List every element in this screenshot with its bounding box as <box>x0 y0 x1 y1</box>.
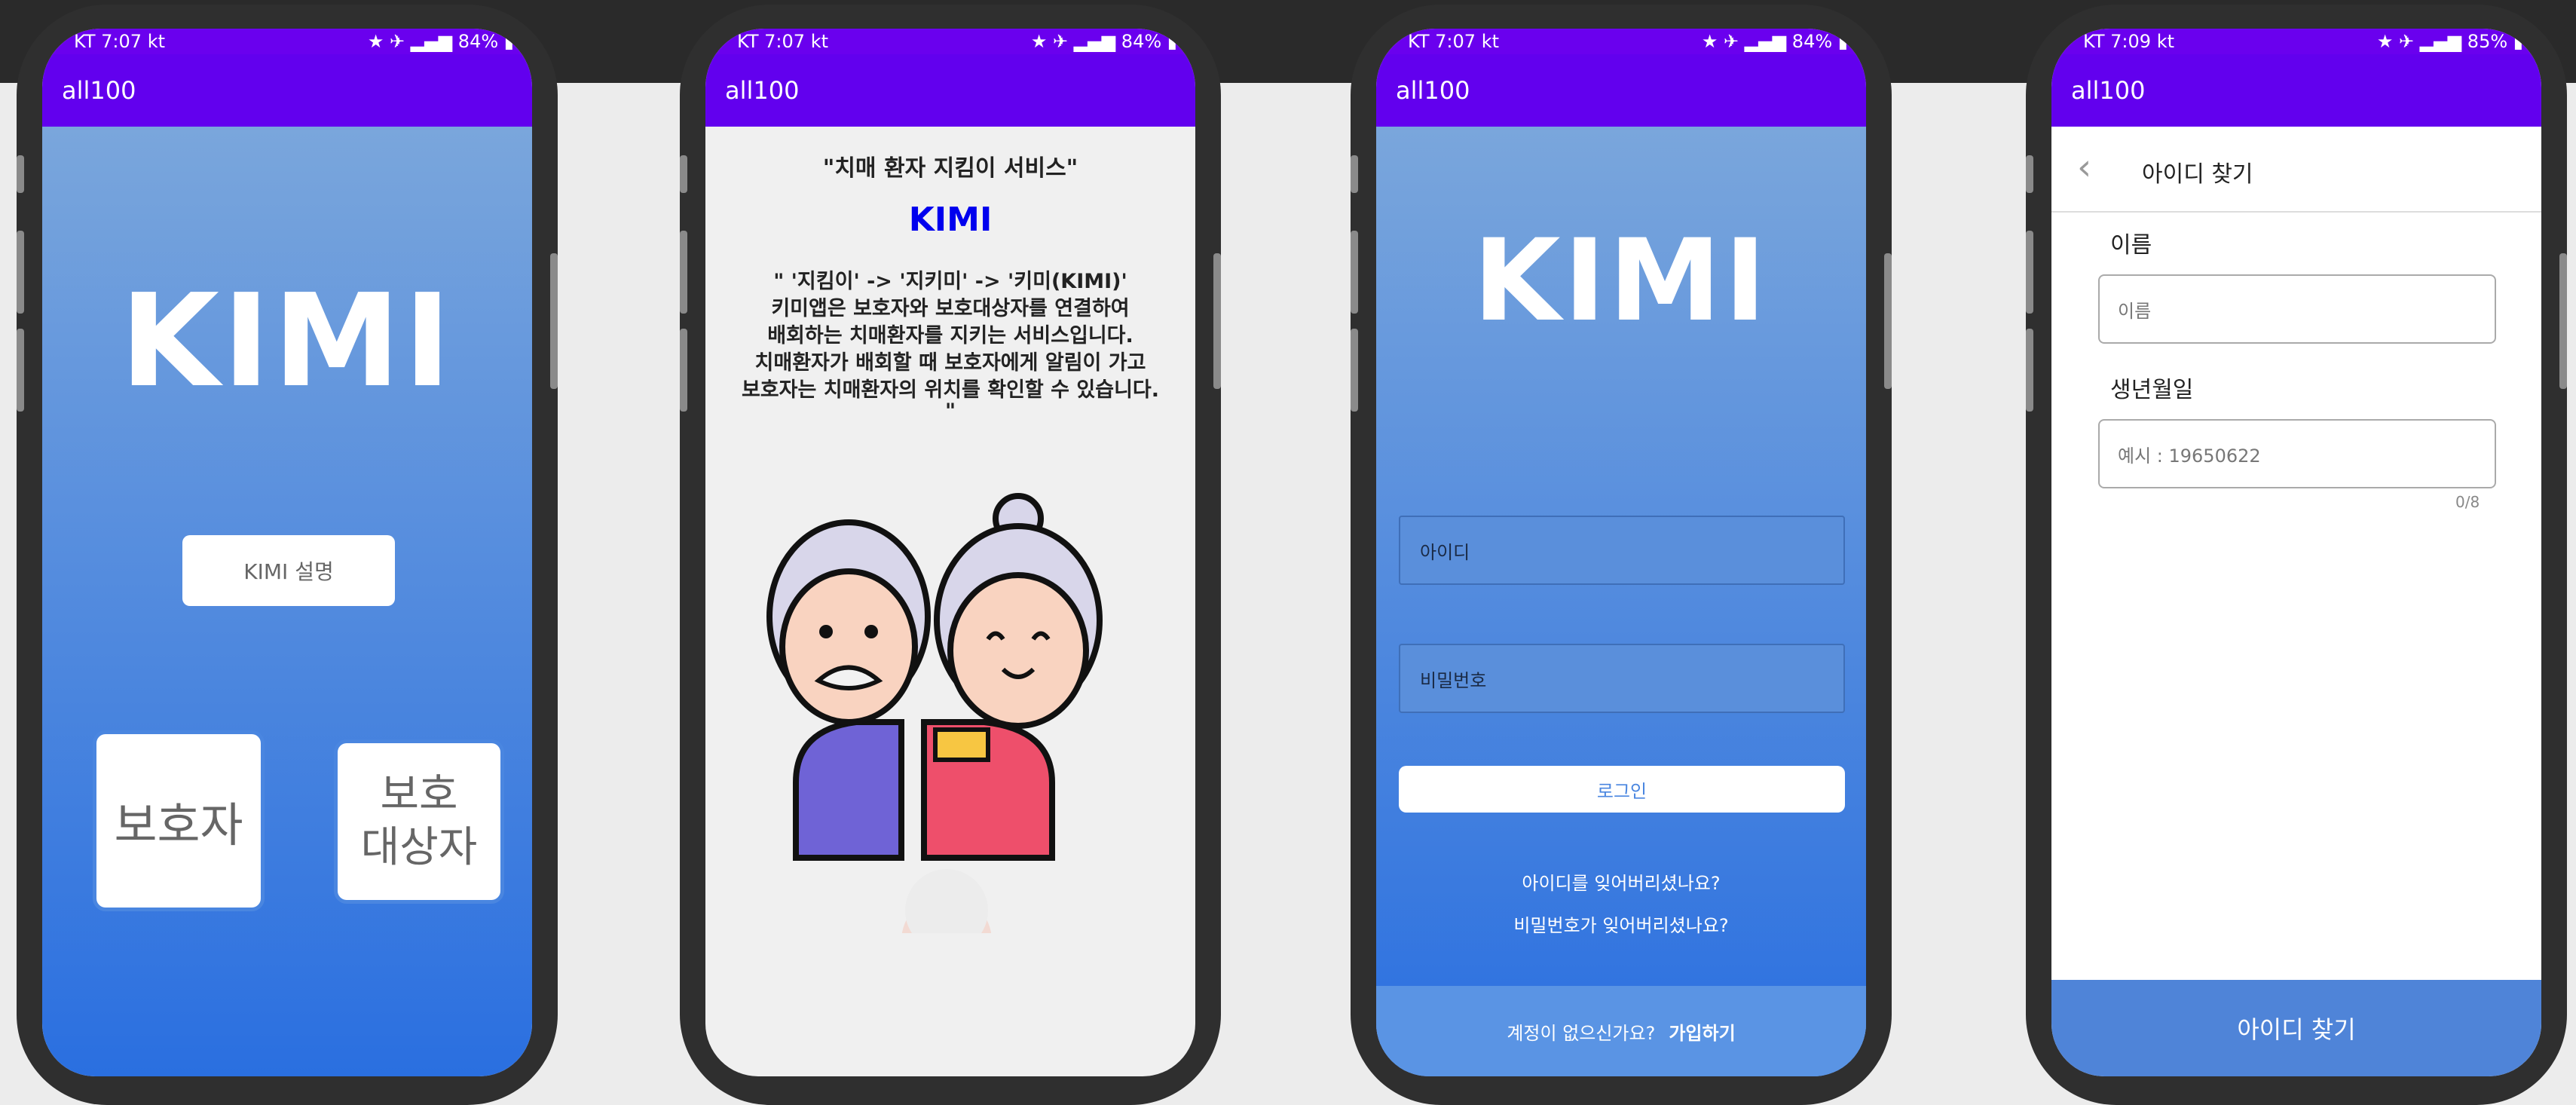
status-bar: KT 7:09 kt ★ ✈ ▂▄▆ 85% ▮ <box>2051 29 2541 54</box>
status-left: KT 7:07 kt <box>737 31 828 52</box>
side-button <box>680 155 687 193</box>
side-button <box>17 231 24 314</box>
gradient-background: KIMI 아이디 비밀번호 로그인 아이디를 잊어버리셨나요? 비밀번호가 잊어… <box>1376 127 1866 1076</box>
desc-line: 배회하는 치매환자를 지키는 서비스입니다. <box>767 324 1134 347</box>
app-title: all100 <box>2051 54 2541 127</box>
side-button <box>17 155 24 193</box>
app-title: all100 <box>705 54 1195 127</box>
side-button <box>2026 155 2033 193</box>
kimi-logo: KIMI <box>1473 216 1770 347</box>
screen-login: KT 7:07 kt ★ ✈ ▂▄▆ 84% ▮ all100 KIMI 아이디… <box>1376 29 1866 1076</box>
battery-icon: ▮ <box>2513 31 2523 52</box>
char-counter: 0/8 <box>2455 493 2480 511</box>
side-button <box>1213 253 1221 389</box>
kimi-about-button[interactable]: KIMI 설명 <box>182 535 395 606</box>
screen-about: KT 7:07 kt ★ ✈ ▂▄▆ 84% ▮ all100 "치매 환자 지… <box>705 29 1195 1076</box>
side-button <box>680 329 687 412</box>
status-bar: KT 7:07 kt ★ ✈ ▂▄▆ 84% ▮ <box>705 29 1195 54</box>
find-id-header: ‹ 아이디 찾기 <box>2051 127 2541 213</box>
status-right: ★ ✈ ▂▄▆ 84% ▮ <box>1030 31 1177 52</box>
signal-icon: ★ ✈ ▂▄▆ <box>1701 31 1792 52</box>
phone-frame-1: KT 7:07 kt ★ ✈ ▂▄▆ 84% ▮ all100 KIMI KIM… <box>17 5 558 1105</box>
side-button <box>550 253 558 389</box>
guardian-button[interactable]: 보호자 <box>96 734 261 908</box>
signal-icon: ★ ✈ ▂▄▆ <box>367 31 458 52</box>
status-bar: KT 7:07 kt ★ ✈ ▂▄▆ 84% ▮ <box>42 29 532 54</box>
back-chevron-icon[interactable]: ‹ <box>2077 146 2091 188</box>
side-button <box>2559 253 2567 389</box>
desc-line: 치매환자가 배회할 때 보호자에게 알림이 가고 <box>754 351 1146 375</box>
battery-icon: ▮ <box>1837 31 1848 52</box>
ward-button-line1: 보호 <box>380 770 458 819</box>
login-button[interactable]: 로그인 <box>1399 766 1845 813</box>
elderly-couple-illustration <box>766 493 1103 933</box>
birth-label: 생년월일 <box>2110 377 2194 403</box>
ward-button-line2: 대상자 <box>360 823 478 872</box>
ward-button[interactable]: 보호 대상자 <box>338 743 500 900</box>
signup-link[interactable]: 가입하기 <box>1669 1018 1735 1045</box>
name-input[interactable]: 이름 <box>2098 274 2496 344</box>
battery-icon: ▮ <box>1167 31 1177 52</box>
forgot-id-link[interactable]: 아이디를 잊어버리셨나요? <box>1376 868 1866 895</box>
password-input[interactable]: 비밀번호 <box>1399 644 1845 713</box>
find-id-submit-button[interactable]: 아이디 찾기 <box>2051 980 2541 1076</box>
signal-icon: ★ ✈ ▂▄▆ <box>2376 31 2467 52</box>
name-label: 이름 <box>2110 232 2152 259</box>
screen-find-id: KT 7:09 kt ★ ✈ ▂▄▆ 85% ▮ all100 ‹ 아이디 찾기… <box>2051 29 2541 1076</box>
gradient-background: KIMI KIMI 설명 보호자 보호 대상자 <box>42 127 532 1076</box>
forgot-password-link[interactable]: 비밀번호가 잊어버리셨나요? <box>1376 911 1866 937</box>
service-heading: "치매 환자 지킴이 서비스" <box>822 155 1078 182</box>
app-title: all100 <box>1376 54 1866 127</box>
side-button <box>17 329 24 412</box>
desc-line: " <box>944 399 956 423</box>
kimi-brand: KIMI <box>908 200 993 239</box>
desc-line: " '지킴이' -> '지키미' -> '키미(KIMI)' <box>773 270 1127 293</box>
side-button <box>1351 329 1358 412</box>
status-right: ★ ✈ ▂▄▆ 84% ▮ <box>367 31 514 52</box>
phone-frame-4: KT 7:09 kt ★ ✈ ▂▄▆ 85% ▮ all100 ‹ 아이디 찾기… <box>2026 5 2567 1105</box>
status-right: ★ ✈ ▂▄▆ 85% ▮ <box>2376 31 2523 52</box>
side-button <box>1351 231 1358 314</box>
signup-footer: 계정이 없으신가요? 가입하기 <box>1376 986 1866 1076</box>
side-button <box>2026 231 2033 314</box>
side-button <box>2026 329 2033 412</box>
phone-frame-3: KT 7:07 kt ★ ✈ ▂▄▆ 84% ▮ all100 KIMI 아이디… <box>1351 5 1892 1105</box>
id-input[interactable]: 아이디 <box>1399 516 1845 585</box>
side-button <box>1351 155 1358 193</box>
battery-icon: ▮ <box>503 31 514 52</box>
phone-frame-2: KT 7:07 kt ★ ✈ ▂▄▆ 84% ▮ all100 "치매 환자 지… <box>680 5 1221 1105</box>
screen-home: KT 7:07 kt ★ ✈ ▂▄▆ 84% ▮ all100 KIMI KIM… <box>42 29 532 1076</box>
birth-input[interactable]: 예시 : 19650622 <box>2098 419 2496 488</box>
no-account-text: 계정이 없으신가요? <box>1507 1022 1656 1044</box>
side-button <box>1884 253 1892 389</box>
side-button <box>680 231 687 314</box>
status-left: KT 7:07 kt <box>1408 31 1499 52</box>
status-left: KT 7:09 kt <box>2083 31 2174 52</box>
status-bar: KT 7:07 kt ★ ✈ ▂▄▆ 84% ▮ <box>1376 29 1866 54</box>
status-right: ★ ✈ ▂▄▆ 84% ▮ <box>1701 31 1848 52</box>
service-description: " '지킴이' -> '지키미' -> '키미(KIMI)' 키미앱은 보호자와… <box>705 268 1195 423</box>
signal-icon: ★ ✈ ▂▄▆ <box>1030 31 1121 52</box>
desc-line: 키미앱은 보호자와 보호대상자를 연결하여 <box>771 297 1130 320</box>
find-id-title: 아이디 찾기 <box>2142 161 2253 188</box>
status-left: KT 7:07 kt <box>74 31 165 52</box>
app-title: all100 <box>42 54 532 127</box>
kimi-logo: KIMI <box>120 267 454 416</box>
